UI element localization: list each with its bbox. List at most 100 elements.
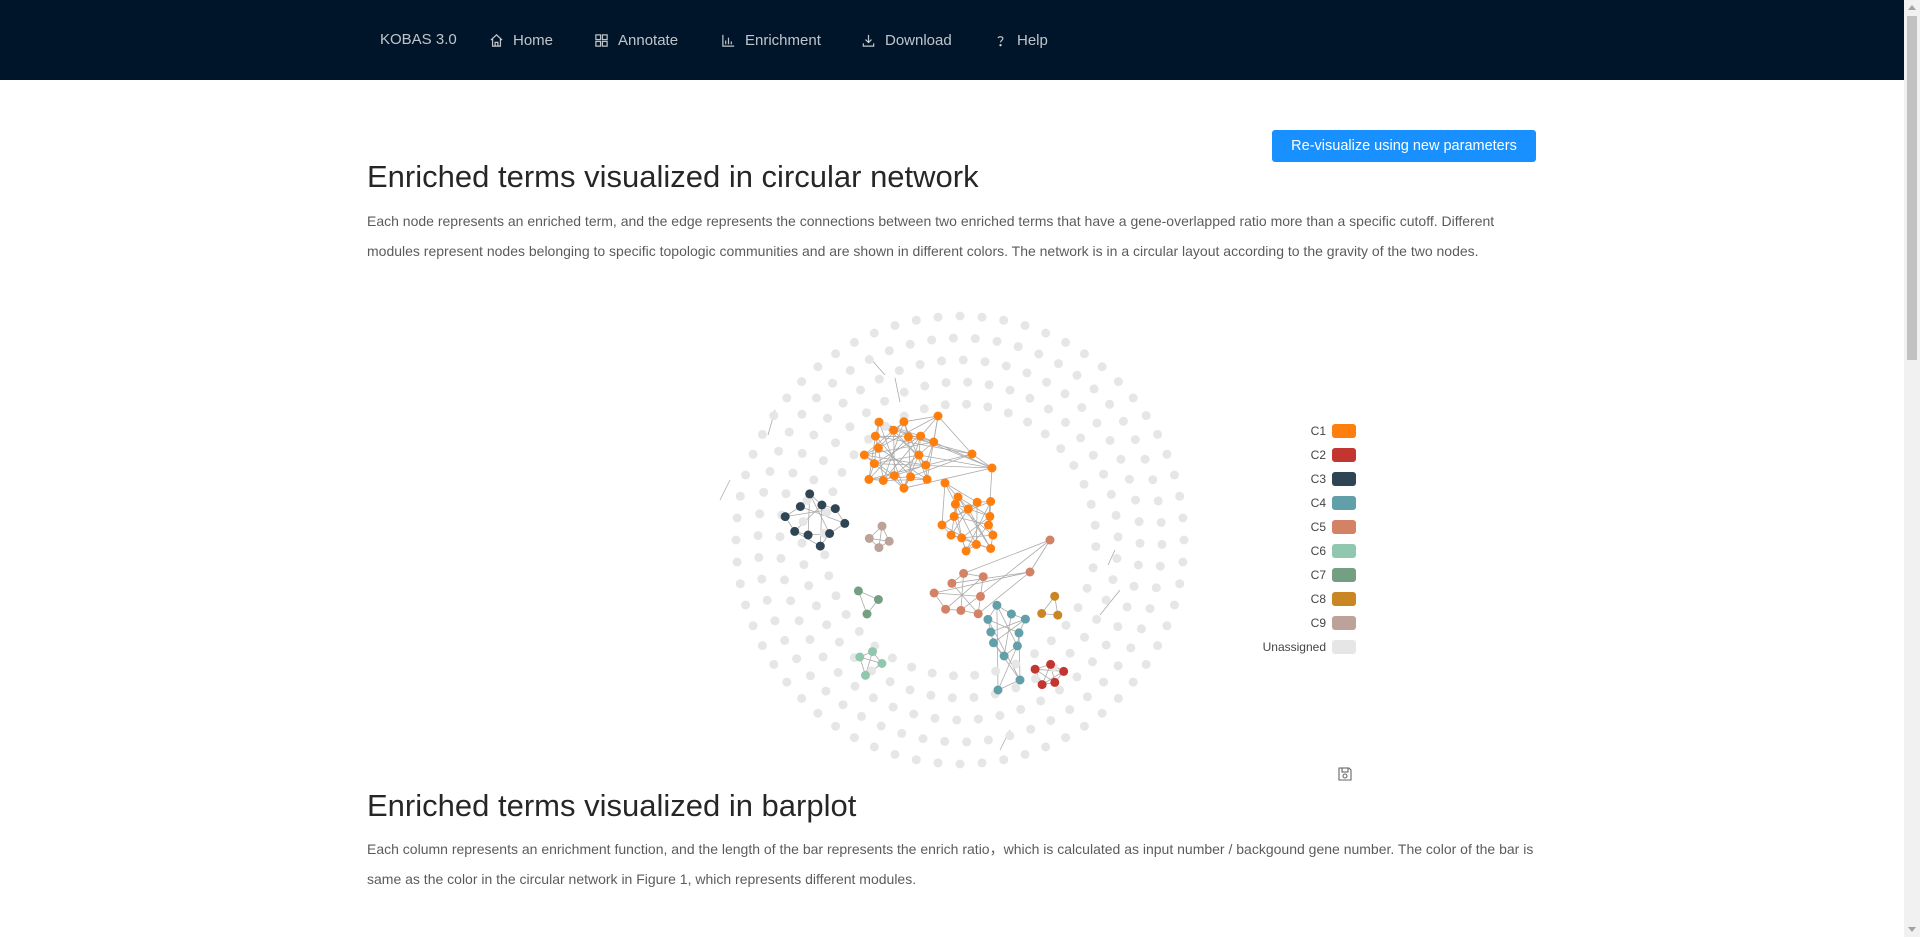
unassigned-node[interactable] [905,339,915,349]
unassigned-node[interactable] [918,734,928,744]
unassigned-node[interactable] [1116,454,1126,464]
unassigned-node[interactable] [899,387,909,397]
unassigned-node[interactable] [838,700,848,710]
page-scrollbar[interactable] [1904,0,1920,937]
cluster-node-c1[interactable] [906,472,916,482]
unassigned-node[interactable] [1079,479,1089,489]
unassigned-node[interactable] [1088,657,1097,667]
unassigned-node[interactable] [926,690,936,700]
cluster-node-c1[interactable] [929,437,939,447]
unassigned-node[interactable] [1105,436,1115,445]
unassigned-node[interactable] [999,755,1009,765]
cluster-node-c4[interactable] [1020,614,1030,624]
unassigned-node[interactable] [1040,429,1050,439]
cluster-node-c1[interactable] [937,520,947,530]
unassigned-node[interactable] [980,357,990,367]
unassigned-node[interactable] [880,396,890,406]
unassigned-node[interactable] [1135,538,1145,548]
scroll-up-arrow-icon[interactable] [1908,5,1916,10]
unassigned-node[interactable] [1129,581,1139,591]
unassigned-node[interactable] [1072,672,1082,682]
unassigned-node[interactable] [1112,553,1122,563]
unassigned-node[interactable] [1175,491,1185,501]
unassigned-node[interactable] [948,671,958,681]
unassigned-node[interactable] [805,671,815,681]
unassigned-node[interactable] [983,735,993,745]
cluster-node-c5[interactable] [1045,535,1055,545]
unassigned-node[interactable] [1020,321,1030,331]
unassigned-node[interactable] [887,653,897,663]
unassigned-node[interactable] [741,470,751,480]
unassigned-node[interactable] [818,456,828,466]
cluster-node-c1[interactable] [946,530,956,540]
unassigned-node[interactable] [1124,474,1134,484]
unassigned-node[interactable] [748,449,758,459]
unassigned-node[interactable] [762,595,772,605]
brand-logo[interactable]: KOBAS 3.0 [380,0,457,80]
unassigned-node[interactable] [927,668,937,678]
unassigned-node[interactable] [805,635,815,644]
cluster-node-c4[interactable] [1014,628,1024,638]
unassigned-node[interactable] [841,610,851,619]
cluster-node-c1[interactable] [988,530,998,540]
unassigned-node[interactable] [799,560,809,570]
unassigned-node[interactable] [854,626,864,636]
unassigned-node[interactable] [1044,404,1053,414]
unassigned-node[interactable] [1106,489,1116,499]
cluster-node-c1[interactable] [940,478,950,488]
unassigned-node[interactable] [1011,683,1021,693]
unassigned-node[interactable] [1005,385,1015,395]
cluster-node-c9[interactable] [877,521,887,531]
unassigned-node[interactable] [813,362,823,372]
unassigned-node[interactable] [869,328,879,338]
cluster-node-c1[interactable] [903,432,913,442]
unassigned-node[interactable] [823,413,832,423]
unassigned-node[interactable] [1145,604,1155,614]
unassigned-node[interactable] [1042,377,1052,387]
cluster-node-c4[interactable] [1012,641,1022,651]
unassigned-node[interactable] [1140,454,1150,464]
unassigned-node[interactable] [770,616,780,626]
unassigned-node[interactable] [769,411,779,421]
unassigned-node[interactable] [1056,444,1066,454]
unassigned-node[interactable] [831,591,841,601]
unassigned-node[interactable] [977,758,987,768]
scroll-down-arrow-icon[interactable] [1908,927,1916,932]
unassigned-node[interactable] [1169,470,1179,480]
unassigned-node[interactable] [1162,449,1172,459]
legend-item[interactable]: C2 [1240,443,1356,467]
legend-item[interactable]: Unassigned [1240,635,1356,659]
nav-item-enrichment[interactable]: Enrichment [721,0,821,80]
unassigned-node[interactable] [845,422,855,432]
unassigned-node[interactable] [940,736,950,746]
cluster-node-c1[interactable] [967,449,977,459]
cluster-node-c1[interactable] [963,504,973,514]
unassigned-node[interactable] [1113,661,1123,671]
unassigned-node[interactable] [955,311,965,321]
unassigned-node[interactable] [1011,659,1021,669]
unassigned-node[interactable] [869,742,879,752]
unassigned-node[interactable] [890,321,900,331]
unassigned-node[interactable] [831,438,840,448]
cluster-node-c7[interactable] [853,586,863,596]
unassigned-node[interactable] [1076,433,1086,443]
unassigned-node[interactable] [1020,749,1030,759]
unassigned-node[interactable] [1101,640,1111,650]
legend-item[interactable]: C1 [1240,419,1356,443]
unassigned-node[interactable] [983,402,993,412]
cluster-node-c1[interactable] [864,474,874,484]
cluster-node-c2[interactable] [1059,666,1069,676]
unassigned-node[interactable] [833,668,843,677]
unassigned-node[interactable] [786,596,796,606]
unassigned-node[interactable] [885,677,895,687]
unassigned-node[interactable] [1077,403,1087,412]
unassigned-node[interactable] [1079,349,1089,359]
cluster-node-c5[interactable] [973,609,983,619]
unassigned-node[interactable] [1069,461,1079,470]
unassigned-node[interactable] [1155,561,1165,571]
unassigned-node[interactable] [1108,575,1118,585]
cluster-node-c1[interactable] [869,459,879,469]
unassigned-node[interactable] [894,366,904,376]
unassigned-node[interactable] [1097,708,1107,718]
unassigned-node[interactable] [754,553,764,562]
